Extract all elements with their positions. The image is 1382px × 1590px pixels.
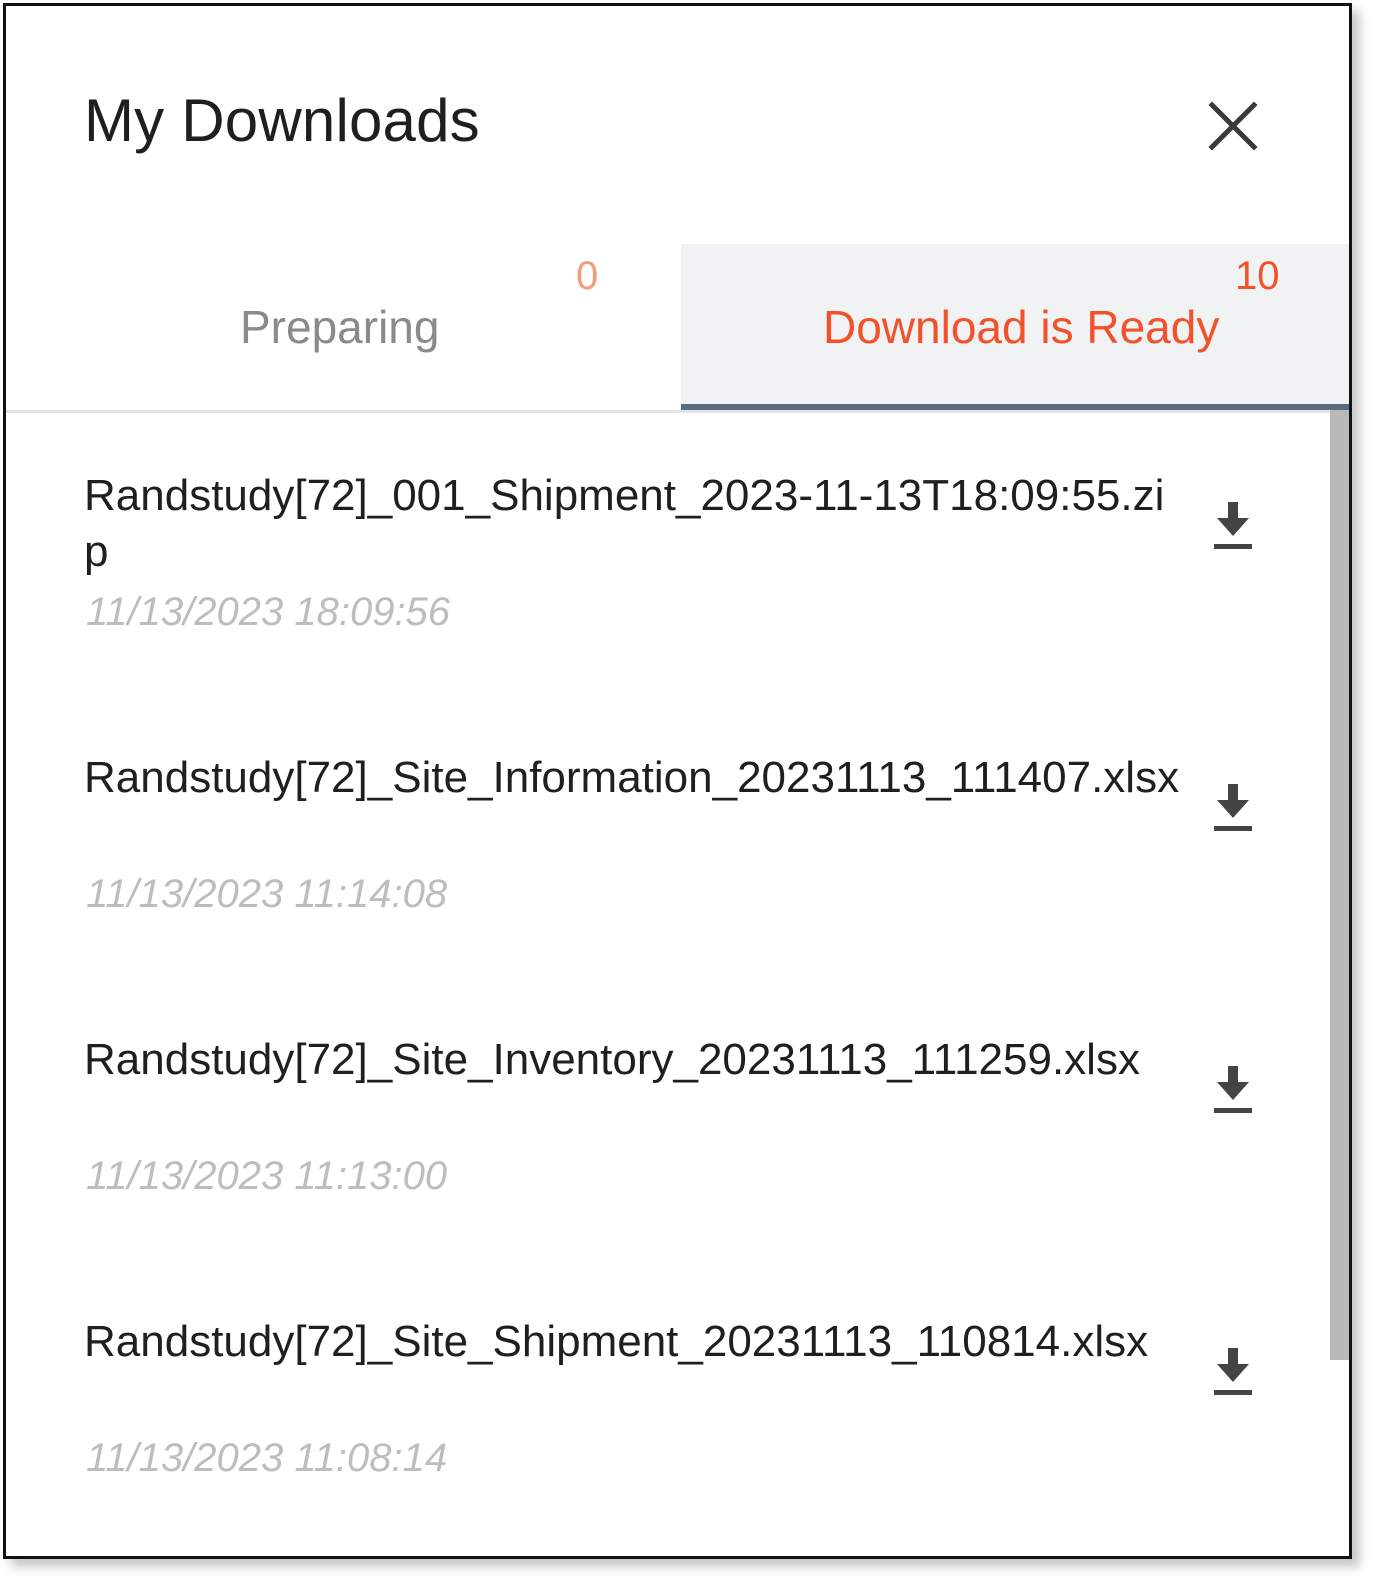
download-icon bbox=[1214, 502, 1252, 549]
downloads-panel: My Downloads 0 Preparing 10 Download is … bbox=[3, 3, 1352, 1559]
tab-bar: 0 Preparing 10 Download is Ready bbox=[6, 244, 1349, 413]
download-button[interactable] bbox=[1208, 780, 1258, 836]
tab-ready-count: 10 bbox=[1235, 254, 1280, 298]
list-item: Randstudy[72]_Site_Shipment_20231113_110… bbox=[84, 1314, 1324, 1556]
panel-header: My Downloads bbox=[6, 6, 1349, 246]
close-button[interactable] bbox=[1206, 99, 1260, 153]
download-icon bbox=[1214, 784, 1252, 831]
download-file-name: Randstudy[72]_Site_Information_20231113_… bbox=[84, 753, 1180, 802]
tab-preparing-label: Preparing bbox=[240, 301, 440, 353]
download-icon bbox=[1214, 1348, 1252, 1395]
download-file-name: Randstudy[72]_Site_Inventory_20231113_11… bbox=[84, 1035, 1140, 1084]
tab-preparing[interactable]: 0 Preparing bbox=[6, 244, 681, 407]
tab-preparing-count: 0 bbox=[576, 254, 599, 298]
download-file-name: Randstudy[72]_001_Shipment_2023-11-13T18… bbox=[84, 471, 1165, 576]
download-list: Randstudy[72]_001_Shipment_2023-11-13T18… bbox=[6, 410, 1326, 1556]
download-icon bbox=[1214, 1066, 1252, 1113]
tab-download-ready[interactable]: 10 Download is Ready bbox=[681, 244, 1349, 410]
page-title: My Downloads bbox=[84, 87, 480, 154]
list-item: Randstudy[72]_001_Shipment_2023-11-13T18… bbox=[84, 468, 1324, 728]
scrollbar-thumb[interactable] bbox=[1330, 410, 1349, 1360]
download-timestamp: 11/13/2023 18:09:56 bbox=[86, 590, 451, 634]
list-item: Randstudy[72]_Site_Inventory_20231113_11… bbox=[84, 1032, 1324, 1292]
download-timestamp: 11/13/2023 11:08:14 bbox=[86, 1436, 448, 1480]
tab-ready-label: Download is Ready bbox=[823, 301, 1220, 353]
scrollbar[interactable] bbox=[1328, 410, 1349, 1556]
download-button[interactable] bbox=[1208, 1062, 1258, 1118]
download-timestamp: 11/13/2023 11:13:00 bbox=[86, 1154, 448, 1198]
list-item: Randstudy[72]_Site_Information_20231113_… bbox=[84, 750, 1324, 1010]
download-file-name: Randstudy[72]_Site_Shipment_20231113_110… bbox=[84, 1317, 1149, 1366]
download-timestamp: 11/13/2023 11:14:08 bbox=[86, 872, 448, 916]
close-icon bbox=[1208, 101, 1258, 151]
download-button[interactable] bbox=[1208, 498, 1258, 554]
download-button[interactable] bbox=[1208, 1344, 1258, 1400]
